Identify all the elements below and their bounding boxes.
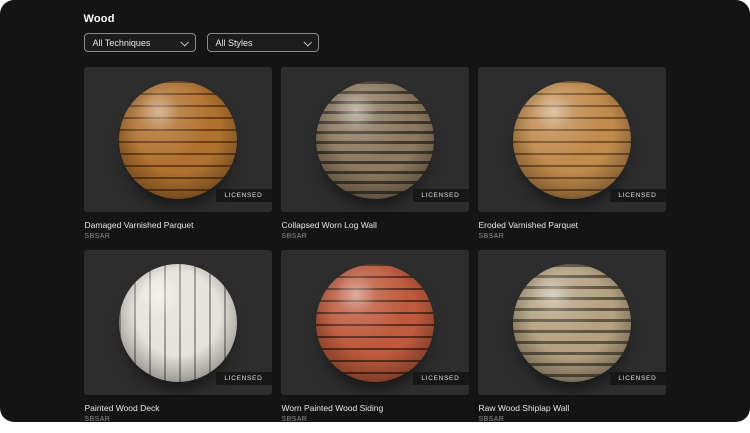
material-card[interactable]: LICENSED Painted Wood Deck SBSAR: [83, 250, 272, 433]
material-format: SBSAR: [281, 233, 308, 240]
licensed-badge: LICENSED: [610, 372, 666, 385]
material-card[interactable]: LICENSED Collapsed Worn Log Wall SBSAR: [280, 67, 469, 250]
material-title: Damaged Varnished Parquet: [84, 220, 194, 230]
material-sphere-preview: [512, 263, 631, 382]
material-card[interactable]: LICENSED Damaged Varnished Parquet SBSAR: [83, 67, 272, 250]
techniques-filter-label: All Techniques: [92, 37, 151, 48]
licensed-badge: LICENSED: [610, 189, 666, 202]
material-sphere-preview: [315, 80, 434, 199]
material-preview-tile: LICENSED: [477, 67, 666, 212]
filter-bar: All Techniques All Styles: [83, 33, 667, 52]
material-caption: Eroded Varnished Parquet SBSAR: [478, 212, 666, 250]
material-format: SBSAR: [84, 233, 111, 240]
material-caption: Collapsed Worn Log Wall SBSAR: [281, 212, 469, 250]
material-card[interactable]: LICENSED Eroded Varnished Parquet SBSAR: [477, 67, 666, 250]
licensed-badge: LICENSED: [216, 189, 272, 202]
licensed-badge: LICENSED: [413, 372, 469, 385]
material-card[interactable]: LICENSED Raw Wood Shiplap Wall SBSAR: [477, 250, 666, 433]
material-sphere-preview: [118, 80, 237, 199]
material-format: SBSAR: [478, 233, 505, 240]
material-card[interactable]: LICENSED Worn Painted Wood Siding SBSAR: [280, 250, 469, 433]
material-title: Worn Painted Wood Siding: [281, 403, 384, 413]
chevron-down-icon: [302, 37, 312, 47]
chevron-down-icon: [179, 37, 189, 47]
licensed-badge: LICENSED: [216, 372, 272, 385]
material-preview-tile: LICENSED: [280, 250, 469, 395]
assets-browser-panel: Wood All Techniques All Styles LICENSED …: [0, 0, 750, 423]
material-title: Raw Wood Shiplap Wall: [478, 403, 570, 413]
material-grid: LICENSED Damaged Varnished Parquet SBSAR…: [83, 67, 667, 433]
material-title: Eroded Varnished Parquet: [478, 220, 579, 230]
page-title: Wood: [83, 13, 115, 25]
material-caption: Raw Wood Shiplap Wall SBSAR: [478, 395, 666, 433]
material-title: Collapsed Worn Log Wall: [281, 220, 377, 230]
styles-filter-label: All Styles: [215, 37, 253, 48]
material-preview-tile: LICENSED: [280, 67, 469, 212]
material-caption: Worn Painted Wood Siding SBSAR: [281, 395, 469, 433]
material-sphere-preview: [118, 263, 237, 382]
styles-filter-dropdown[interactable]: All Styles: [206, 33, 319, 52]
material-sphere-preview: [315, 263, 434, 382]
material-caption: Painted Wood Deck SBSAR: [84, 395, 272, 433]
material-title: Painted Wood Deck: [84, 403, 160, 413]
material-preview-tile: LICENSED: [477, 250, 666, 395]
material-preview-tile: LICENSED: [83, 250, 272, 395]
material-preview-tile: LICENSED: [83, 67, 272, 212]
material-caption: Damaged Varnished Parquet SBSAR: [84, 212, 272, 250]
techniques-filter-dropdown[interactable]: All Techniques: [83, 33, 196, 52]
content-area: Wood All Techniques All Styles LICENSED …: [83, 0, 667, 433]
material-sphere-preview: [512, 80, 631, 199]
licensed-badge: LICENSED: [413, 189, 469, 202]
